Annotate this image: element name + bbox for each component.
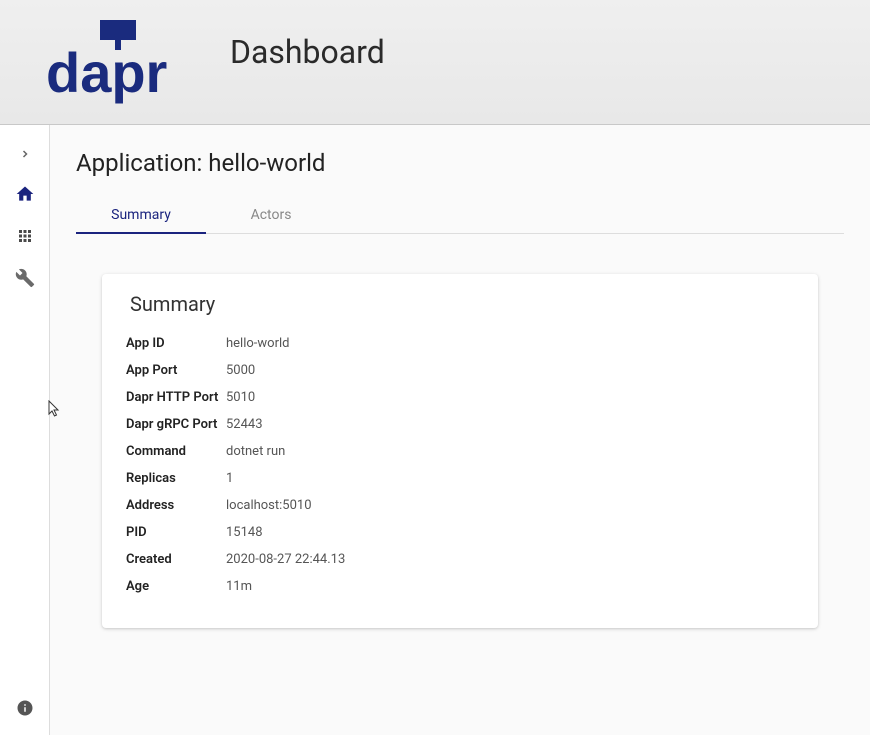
tab-actors[interactable]: Actors: [206, 197, 336, 233]
info-icon: [16, 699, 34, 721]
summary-label: Dapr HTTP Port: [126, 390, 226, 405]
summary-label: PID: [126, 525, 226, 540]
sidebar-item-components[interactable]: [0, 217, 50, 259]
grid-icon: [16, 227, 34, 249]
summary-value: dotnet run: [226, 444, 285, 459]
page-title-prefix: Application:: [76, 149, 208, 177]
summary-value: 1: [226, 471, 233, 486]
summary-value: 2020-08-27 22:44.13: [226, 552, 345, 567]
summary-value: 15148: [226, 525, 263, 540]
page-title: Application: hello-world: [76, 149, 844, 177]
tab-summary[interactable]: Summary: [76, 197, 206, 233]
summary-value: 52443: [226, 417, 263, 432]
summary-row: App ID hello-world: [126, 330, 798, 357]
tab-label: Actors: [251, 207, 292, 223]
card-title: Summary: [130, 292, 798, 316]
home-icon: [15, 184, 35, 208]
header-title: Dashboard: [230, 33, 385, 71]
summary-row: PID 15148: [126, 519, 798, 546]
svg-text:dapr: dapr: [46, 41, 167, 104]
main-content: Application: hello-world Summary Actors …: [50, 125, 870, 735]
sidebar-item-home[interactable]: [0, 175, 50, 217]
summary-value: localhost:5010: [226, 498, 312, 513]
summary-value: 5010: [226, 390, 255, 405]
summary-row: Address localhost:5010: [126, 492, 798, 519]
tab-label: Summary: [111, 207, 171, 223]
tabs: Summary Actors: [76, 197, 844, 234]
summary-label: Address: [126, 498, 226, 513]
summary-row: Dapr gRPC Port 52443: [126, 411, 798, 438]
sidebar-item-configuration[interactable]: [0, 259, 50, 301]
summary-card: Summary App ID hello-world App Port 5000…: [102, 274, 818, 628]
wrench-icon: [15, 268, 35, 292]
dapr-logo: dapr: [40, 12, 190, 112]
sidebar-expand-button[interactable]: [0, 133, 50, 175]
summary-label: Command: [126, 444, 226, 459]
header: dapr Dashboard: [0, 0, 870, 125]
chevron-right-icon: [19, 145, 31, 164]
summary-value: 11m: [226, 579, 252, 594]
page-title-app-name: hello-world: [208, 149, 325, 177]
summary-value: 5000: [226, 363, 255, 378]
summary-row: App Port 5000: [126, 357, 798, 384]
summary-label: App Port: [126, 363, 226, 378]
summary-label: Replicas: [126, 471, 226, 486]
summary-label: Created: [126, 552, 226, 567]
summary-row: Dapr HTTP Port 5010: [126, 384, 798, 411]
summary-label: App ID: [126, 336, 226, 351]
summary-row: Created 2020-08-27 22:44.13: [126, 546, 798, 573]
summary-label: Dapr gRPC Port: [126, 417, 226, 432]
summary-row: Command dotnet run: [126, 438, 798, 465]
sidebar: [0, 125, 50, 735]
summary-label: Age: [126, 579, 226, 594]
sidebar-item-info[interactable]: [0, 685, 50, 735]
summary-row: Replicas 1: [126, 465, 798, 492]
summary-value: hello-world: [226, 336, 289, 351]
summary-row: Age 11m: [126, 573, 798, 600]
